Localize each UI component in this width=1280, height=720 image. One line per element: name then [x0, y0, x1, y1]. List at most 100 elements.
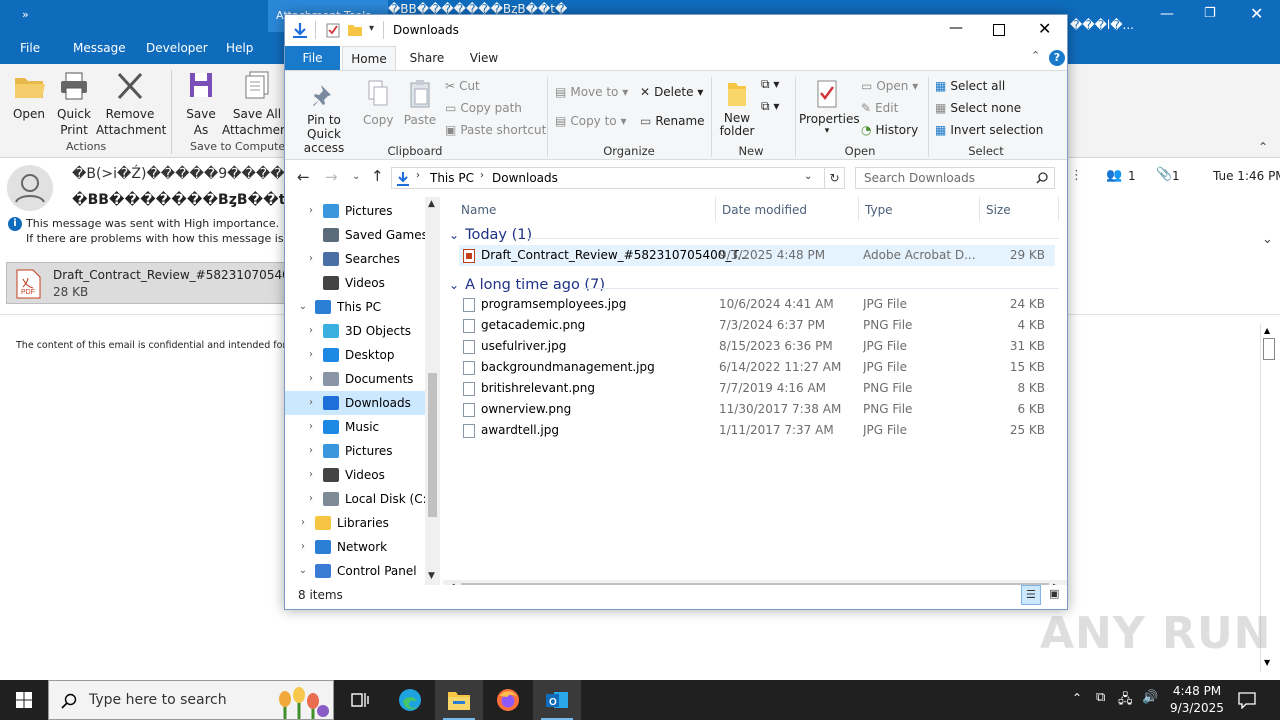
- group-header[interactable]: ⌄ Today (1): [449, 227, 532, 243]
- file-row[interactable]: backgroundmanagement.jpg 6/14/2022 11:27 …: [459, 357, 1055, 378]
- properties-button[interactable]: Properties ▾: [799, 79, 860, 136]
- group-collapse-icon[interactable]: ⌄: [449, 228, 459, 242]
- notification-center-icon[interactable]: [1238, 691, 1256, 709]
- volume-icon[interactable]: 🔊: [1142, 690, 1158, 705]
- forward-arrow-icon[interactable]: →: [325, 168, 338, 186]
- nav-item-searches[interactable]: › Searches: [285, 247, 425, 271]
- column-divider[interactable]: [979, 197, 980, 221]
- nav-item-saved-games[interactable]: Saved Games: [285, 223, 428, 247]
- expand-chevron-icon[interactable]: ›: [305, 415, 317, 439]
- details-view-button[interactable]: ☰: [1021, 585, 1041, 605]
- outlook-taskbar-button[interactable]: O: [533, 680, 581, 720]
- nav-item-videos[interactable]: Videos: [285, 271, 425, 295]
- file-row[interactable]: awardtell.jpg 1/11/2017 7:37 AM JPG File 25…: [459, 420, 1055, 441]
- up-arrow-icon[interactable]: ↑: [371, 167, 384, 185]
- file-row[interactable]: Draft_Contract_Review_#582310705400_T...…: [459, 245, 1055, 266]
- breadcrumb-downloads[interactable]: Downloads: [492, 171, 558, 185]
- nav-item-desktop[interactable]: › Desktop: [285, 343, 425, 367]
- outlook-restore-button[interactable]: ❐: [1204, 6, 1216, 21]
- file-row[interactable]: usefulriver.jpg 8/15/2023 6:36 PM JPG File…: [459, 336, 1055, 357]
- quick-print-button[interactable]: Quick Print: [54, 70, 94, 138]
- edit-button[interactable]: ✎ Edit: [861, 101, 898, 115]
- people-count[interactable]: 1: [1128, 169, 1136, 183]
- pin-to-quick-access-button[interactable]: Pin to Quick access: [291, 83, 357, 155]
- column-header-name[interactable]: Name: [461, 203, 496, 217]
- collapse-ribbon-icon[interactable]: ⌃: [1258, 140, 1268, 154]
- expand-chevron-icon[interactable]: ›: [305, 487, 317, 511]
- nav-item-videos[interactable]: › Videos: [285, 463, 425, 487]
- nav-item-3d-objects[interactable]: › 3D Objects: [285, 319, 425, 343]
- open-attachment-button[interactable]: Open: [8, 70, 50, 122]
- select-all-button[interactable]: ▦ Select all: [935, 79, 1005, 93]
- new-item-button[interactable]: ⧉ ▾: [761, 77, 779, 92]
- nav-item-network[interactable]: › Network: [285, 535, 425, 559]
- file-row[interactable]: programsemployees.jpg 10/6/2024 4:41 AM JP…: [459, 294, 1055, 315]
- column-header-size[interactable]: Size: [986, 203, 1011, 217]
- start-button[interactable]: [0, 680, 48, 720]
- expand-chevron-icon[interactable]: ›: [297, 511, 309, 535]
- nav-item-downloads[interactable]: › Downloads: [285, 391, 425, 415]
- nav-scroll-thumb[interactable]: [428, 373, 437, 517]
- nav-item-documents[interactable]: › Documents: [285, 367, 425, 391]
- people-icon[interactable]: 👥: [1106, 168, 1122, 183]
- column-divider[interactable]: [858, 197, 859, 221]
- tab-home[interactable]: Home: [342, 46, 396, 70]
- column-header-type[interactable]: Type: [865, 203, 893, 217]
- nav-item-control-panel[interactable]: ⌄ Control Panel: [285, 559, 425, 583]
- file-explorer-taskbar-button[interactable]: [435, 680, 483, 720]
- explorer-maximize-button[interactable]: [993, 24, 1005, 36]
- breadcrumb-separator-icon[interactable]: ›: [480, 170, 484, 181]
- help-icon[interactable]: ?: [1049, 50, 1065, 66]
- file-row[interactable]: ownerview.png 11/30/2017 7:38 AM PNG File 6…: [459, 399, 1055, 420]
- column-divider[interactable]: [715, 197, 716, 221]
- expand-chevron-icon[interactable]: ›: [305, 439, 317, 463]
- large-icons-view-button[interactable]: ▣: [1045, 585, 1065, 605]
- breadcrumb-this-pc[interactable]: This PC: [430, 171, 474, 185]
- nav-scroll-down-icon[interactable]: ▼: [428, 571, 435, 581]
- expand-chevron-icon[interactable]: ›: [305, 391, 317, 415]
- expand-chevron-icon[interactable]: ›: [305, 319, 317, 343]
- nav-item-pictures[interactable]: › Pictures: [285, 439, 425, 463]
- properties-check-icon[interactable]: [325, 22, 341, 38]
- collapse-chevron-icon[interactable]: ⌄: [297, 295, 309, 319]
- paperclip-icon[interactable]: 📎: [1156, 167, 1172, 182]
- clock-date[interactable]: 9/3/2025: [1168, 701, 1226, 715]
- scroll-up-icon[interactable]: ▲: [1264, 326, 1270, 335]
- taskbar-search-box[interactable]: Type here to search: [48, 680, 334, 720]
- nav-item-this-pc[interactable]: ⌄ This PC: [285, 295, 425, 319]
- group-collapse-icon[interactable]: ⌄: [449, 278, 459, 292]
- expand-chevron-icon[interactable]: ›: [305, 343, 317, 367]
- nav-item-music[interactable]: › Music: [285, 415, 425, 439]
- copy-path-button[interactable]: ▭ Copy path: [445, 101, 522, 115]
- select-none-button[interactable]: ▦ Select none: [935, 101, 1021, 115]
- task-view-button[interactable]: [336, 680, 384, 720]
- breadcrumb-separator-icon[interactable]: ›: [416, 170, 420, 181]
- edge-taskbar-button[interactable]: [386, 680, 434, 720]
- menu-developer[interactable]: Developer: [146, 41, 208, 55]
- nav-item-pictures[interactable]: › Pictures: [285, 199, 425, 223]
- tab-file[interactable]: File: [285, 46, 340, 70]
- paste-button[interactable]: Paste: [403, 79, 437, 127]
- easy-access-button[interactable]: ⧉ ▾: [761, 99, 779, 114]
- menu-help[interactable]: Help: [226, 41, 253, 55]
- remove-attachment-button[interactable]: Remove Attachment: [96, 70, 166, 138]
- column-divider[interactable]: [1058, 197, 1059, 221]
- copy-button[interactable]: Copy: [363, 79, 393, 127]
- scroll-thumb[interactable]: [1263, 338, 1275, 360]
- expand-chevron-icon[interactable]: ›: [305, 247, 317, 271]
- invert-selection-button[interactable]: ▦ Invert selection: [935, 123, 1043, 137]
- tab-view[interactable]: View: [456, 46, 512, 70]
- move-to-button[interactable]: ▤ Move to ▾: [555, 85, 628, 99]
- nav-item-local-disk-c[interactable]: › Local Disk (C:): [285, 487, 431, 511]
- meet-now-icon[interactable]: ⧉: [1096, 690, 1105, 705]
- tab-share[interactable]: Share: [398, 46, 456, 70]
- search-downloads-box[interactable]: Search Downloads: [855, 167, 1055, 189]
- properties-dropdown-icon[interactable]: ▾: [799, 126, 855, 136]
- outlook-close-button[interactable]: ✕: [1250, 4, 1263, 23]
- recent-locations-icon[interactable]: ⌄: [352, 171, 360, 182]
- outlook-minimize-button[interactable]: —: [1160, 6, 1174, 22]
- expand-chevron-icon[interactable]: ›: [305, 199, 317, 223]
- scroll-down-icon[interactable]: ▼: [1264, 658, 1270, 667]
- file-row[interactable]: getacademic.png 7/3/2024 6:37 PM PNG File 4…: [459, 315, 1055, 336]
- search-icon[interactable]: [1036, 172, 1048, 184]
